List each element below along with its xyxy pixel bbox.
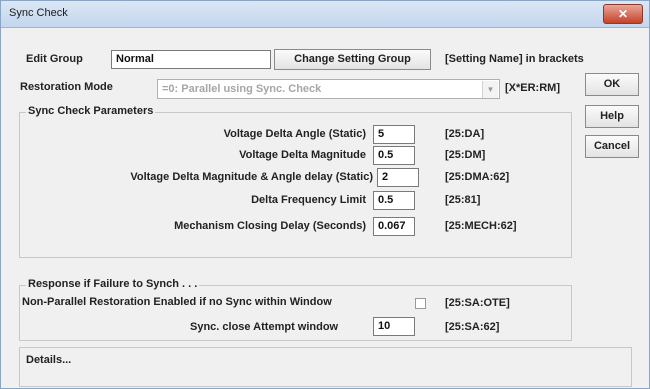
delta-frequency-limit-input[interactable]: 0.5	[373, 191, 415, 210]
close-button[interactable]: ✕	[603, 4, 643, 24]
chevron-down-icon[interactable]: ▼	[482, 81, 498, 98]
edit-group-label: Edit Group	[26, 53, 83, 65]
restoration-mode-label: Restoration Mode	[20, 81, 113, 93]
sync-close-attempt-window-label: Sync. close Attempt window	[190, 321, 339, 333]
title-bar[interactable]: Sync Check ✕	[1, 1, 649, 28]
non-parallel-restoration-tag: [25:SA:OTE]	[445, 297, 510, 309]
edit-group-field[interactable]: Normal	[111, 50, 271, 69]
mechanism-closing-delay-input[interactable]: 0.067	[373, 217, 415, 236]
voltage-delta-magnitude-label: Voltage Delta Magnitude	[239, 149, 366, 161]
voltage-delta-magnitude-input[interactable]: 0.5	[373, 146, 415, 165]
mechanism-closing-delay-tag: [25:MECH:62]	[445, 220, 517, 232]
voltage-delta-angle-input[interactable]: 5	[373, 125, 415, 144]
voltage-delta-magnitude-tag: [25:DM]	[445, 149, 486, 161]
sync-close-attempt-window-input[interactable]: 10	[373, 317, 415, 336]
delta-frequency-limit-tag: [25:81]	[445, 194, 481, 206]
window-title: Sync Check	[9, 7, 68, 19]
details-title: Details...	[26, 354, 72, 366]
voltage-delta-angle-tag: [25:DA]	[445, 128, 485, 140]
delta-frequency-limit-label: Delta Frequency Limit	[251, 194, 366, 206]
voltage-delta-mag-angle-delay-input[interactable]: 2	[377, 168, 419, 187]
details-group: Details...	[19, 347, 632, 387]
sync-check-parameters-title: Sync Check Parameters	[26, 105, 156, 117]
setting-name-note: [Setting Name] in brackets	[445, 53, 584, 65]
voltage-delta-mag-angle-delay-tag: [25:DMA:62]	[445, 171, 510, 183]
sync-check-dialog: Sync Check ✕ Edit Group Normal Change Se…	[0, 0, 650, 389]
non-parallel-restoration-label: Non-Parallel Restoration Enabled if no S…	[22, 296, 332, 308]
restoration-mode-select[interactable]: =0: Parallel using Sync. Check ▼	[157, 79, 500, 99]
voltage-delta-angle-label: Voltage Delta Angle (Static)	[223, 128, 366, 140]
restoration-mode-value: =0: Parallel using Sync. Check	[162, 83, 322, 95]
failure-response-title: Response if Failure to Synch . . .	[26, 278, 200, 290]
ok-button[interactable]: OK	[585, 73, 639, 96]
change-setting-group-button[interactable]: Change Setting Group	[274, 49, 431, 70]
help-button[interactable]: Help	[585, 105, 639, 128]
restoration-mode-tag: [X*ER:RM]	[505, 82, 560, 94]
voltage-delta-mag-angle-delay-label: Voltage Delta Magnitude & Angle delay (S…	[130, 171, 373, 183]
non-parallel-restoration-checkbox[interactable]	[415, 298, 426, 309]
sync-close-attempt-window-tag: [25:SA:62]	[445, 321, 500, 333]
cancel-button[interactable]: Cancel	[585, 135, 639, 158]
mechanism-closing-delay-label: Mechanism Closing Delay (Seconds)	[174, 220, 366, 232]
